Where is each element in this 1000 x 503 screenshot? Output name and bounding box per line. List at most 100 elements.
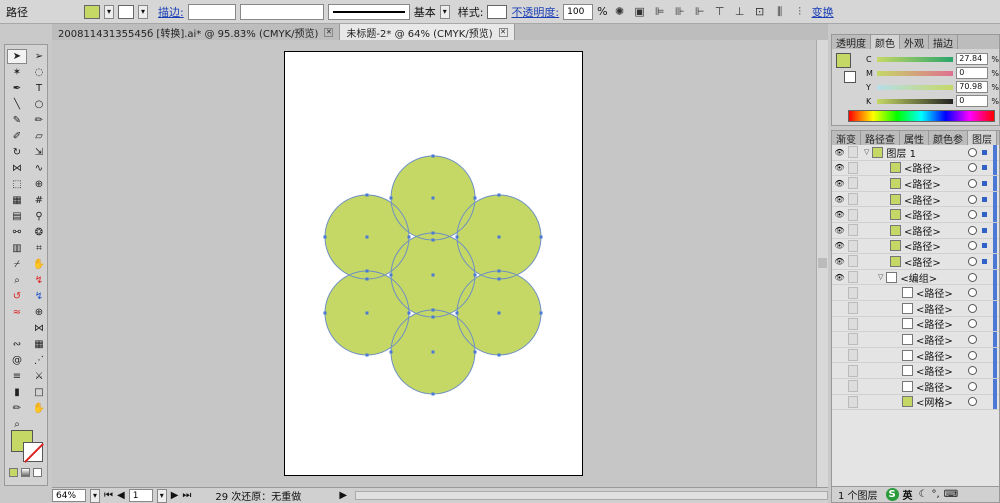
lock-toggle[interactable] — [848, 395, 858, 408]
variable-width-select[interactable] — [239, 3, 324, 20]
ellipse-tool-icon[interactable]: ○ — [29, 97, 49, 112]
layer-row-subpath[interactable]: <路径> — [832, 331, 999, 348]
layer-row-path[interactable]: 👁 <路径> — [832, 222, 999, 239]
anchor-point[interactable] — [473, 196, 477, 200]
anchor-point[interactable] — [497, 311, 501, 315]
anchor-point[interactable] — [389, 273, 393, 277]
stroke-link[interactable]: 描边: — [158, 4, 184, 20]
eye-icon[interactable]: 👁 — [834, 162, 845, 174]
width-tool-icon[interactable]: ⋈ — [7, 161, 27, 176]
anchor-point[interactable] — [539, 235, 543, 239]
scale-tool-icon[interactable]: ⇲ — [29, 145, 49, 160]
target-circle-icon[interactable] — [968, 366, 977, 376]
yellow-value[interactable]: 70.98 — [956, 81, 989, 93]
selection-indicator[interactable] — [982, 227, 987, 233]
anchor-point[interactable] — [431, 273, 435, 277]
target-circle-icon[interactable] — [968, 272, 977, 282]
tab-pathfinder[interactable]: 路径查 — [861, 131, 900, 146]
grid-tool-icon[interactable]: ▦ — [29, 337, 49, 352]
opacity-link[interactable]: 不透明度: — [511, 4, 559, 20]
lock-toggle[interactable] — [848, 380, 858, 393]
cyan-slider[interactable] — [876, 56, 954, 62]
artboard[interactable] — [284, 51, 583, 476]
target-circle-icon[interactable] — [968, 350, 977, 360]
lasso-tool-icon[interactable]: ◌ — [29, 65, 49, 80]
moon-icon[interactable]: ☾ — [919, 489, 928, 500]
swirl-tool-icon[interactable]: @ — [7, 353, 27, 368]
gradient-mode-icon[interactable] — [21, 468, 30, 477]
wave-tool-icon[interactable]: ≈ — [7, 305, 27, 320]
type-tool-icon[interactable]: T — [29, 81, 49, 96]
canvas-area[interactable] — [52, 40, 816, 487]
anchor-point[interactable] — [497, 353, 501, 357]
panel-fill-swatch[interactable] — [836, 53, 851, 68]
lock-toggle[interactable] — [848, 317, 858, 330]
magenta-value[interactable]: 0 — [956, 67, 989, 79]
fill-dropdown[interactable]: ▾ — [104, 4, 114, 19]
eye-empty-slot[interactable] — [834, 396, 845, 408]
anchor-point[interactable] — [497, 269, 501, 273]
target-circle-icon[interactable] — [968, 256, 977, 266]
distribute-h-icon[interactable]: ⫶ — [792, 4, 808, 20]
align-to-icon[interactable]: ▣ — [632, 4, 648, 20]
selection-indicator[interactable] — [982, 196, 987, 202]
anchor-point[interactable] — [497, 193, 501, 197]
target-circle-icon[interactable] — [968, 241, 977, 251]
anchor-point[interactable] — [539, 311, 543, 315]
anchor-point[interactable] — [497, 277, 501, 281]
target-circle-icon[interactable] — [968, 397, 977, 407]
eye-icon[interactable]: 👁 — [834, 240, 845, 252]
perspective-tool-icon[interactable]: ▦ — [7, 193, 27, 208]
selection-indicator[interactable] — [982, 258, 987, 264]
layer-row-path[interactable]: 👁 <路径> — [832, 207, 999, 223]
lock-toggle[interactable] — [848, 193, 858, 206]
eye-icon[interactable]: 👁 — [834, 255, 845, 267]
selection-indicator[interactable] — [982, 180, 987, 186]
eye-icon[interactable]: 👁 — [834, 271, 845, 283]
stroke-dropdown[interactable]: ▾ — [138, 4, 148, 19]
layer-row-path[interactable]: 👁 <路径> — [832, 160, 999, 177]
target-circle-icon[interactable] — [968, 163, 977, 173]
layer-row-subpath[interactable]: <路径> — [832, 316, 999, 333]
anchor-point[interactable] — [473, 350, 477, 354]
blue-curve-tool-icon[interactable]: ↯ — [29, 289, 49, 304]
tab-appearance[interactable]: 外观 — [900, 35, 929, 50]
blob-brush-tool-icon[interactable]: ✐ — [7, 129, 27, 144]
anchor-point[interactable] — [455, 235, 459, 239]
eye-icon[interactable]: 👁 — [834, 209, 845, 221]
eye-icon[interactable]: 👁 — [834, 224, 845, 236]
stroke-weight-input[interactable] — [187, 3, 236, 20]
distribute-icon[interactable]: ⫼ — [772, 4, 788, 20]
lock-toggle[interactable] — [848, 286, 858, 299]
anchor-point[interactable] — [431, 231, 435, 235]
scroll-thumb[interactable] — [818, 258, 827, 268]
lock-toggle[interactable] — [848, 208, 858, 221]
lock-toggle[interactable] — [848, 161, 858, 174]
yellow-slider[interactable] — [876, 84, 954, 90]
layer-row-path[interactable]: 👁 <路径> — [832, 253, 999, 270]
layer-row-subpath[interactable]: <路径> — [832, 300, 999, 317]
selection-tool-icon[interactable]: ➤ — [7, 49, 27, 64]
anchor-point[interactable] — [431, 308, 435, 312]
anchor-point[interactable] — [431, 154, 435, 158]
panel-stroke-swatch[interactable] — [844, 71, 856, 83]
hand-tool-icon[interactable]: ✋ — [29, 257, 49, 272]
lock-toggle[interactable] — [848, 177, 858, 190]
anchor-point[interactable] — [365, 193, 369, 197]
keyboard-icon[interactable]: ⌨ — [944, 489, 958, 500]
rect-frame-tool-icon[interactable]: □ — [29, 385, 49, 400]
opacity-input[interactable] — [563, 3, 594, 20]
prev-artboard-icon[interactable]: ◀ — [117, 490, 125, 501]
target-circle-icon[interactable] — [968, 225, 977, 235]
stroke-color-box[interactable] — [23, 442, 43, 462]
crosshair-tool-icon[interactable]: ⊕ — [29, 305, 49, 320]
target-circle-icon[interactable] — [968, 381, 977, 391]
tab-color-guide[interactable]: 颜色参 — [929, 131, 968, 146]
lock-toggle[interactable] — [848, 146, 858, 159]
anchor-point[interactable] — [365, 235, 369, 239]
scatter-tool-icon[interactable]: ⋰ — [29, 353, 49, 368]
eye-empty-slot[interactable] — [834, 302, 845, 314]
eye-icon[interactable]: 👁 — [834, 146, 845, 158]
status-menu-icon[interactable]: ▶ — [339, 490, 347, 501]
knife-tool-icon[interactable]: ⚔ — [29, 369, 49, 384]
